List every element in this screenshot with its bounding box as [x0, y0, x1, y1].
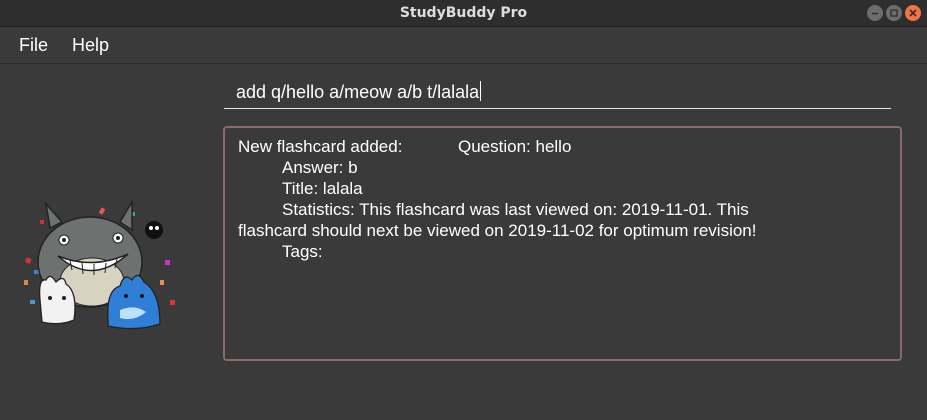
result-statistics-cont: flashcard should next be viewed on 2019-… [238, 221, 757, 240]
result-statistics: Statistics: This flashcard was last view… [282, 200, 749, 219]
close-button[interactable] [905, 5, 921, 21]
maximize-icon [890, 9, 898, 17]
minimize-button[interactable] [867, 5, 883, 21]
result-tags: Tags: [282, 242, 323, 261]
result-answer: Answer: b [282, 158, 358, 177]
menu-help[interactable]: Help [72, 35, 109, 56]
menu-file[interactable]: File [19, 35, 48, 56]
window-title: StudyBuddy Pro [399, 5, 528, 21]
command-input[interactable]: add q/hello a/meow a/b t/lalala [236, 81, 482, 103]
command-text: add q/hello a/meow a/b t/lalala [236, 82, 480, 102]
text-caret [480, 81, 482, 101]
maximize-button[interactable] [886, 5, 902, 21]
close-icon [909, 9, 917, 17]
result-display: New flashcard added: Question: hello Ans… [223, 126, 902, 361]
command-box[interactable]: add q/hello a/meow a/b t/lalala [224, 76, 891, 109]
title-bar: StudyBuddy Pro [0, 0, 927, 27]
result-question: Question: hello [458, 137, 572, 156]
result-title: Title: lalala [282, 179, 363, 198]
minimize-icon [872, 12, 878, 15]
totoro-mascot [24, 200, 175, 330]
menu-bar: File Help [0, 27, 927, 64]
result-added-label: New flashcard added: [238, 137, 403, 156]
